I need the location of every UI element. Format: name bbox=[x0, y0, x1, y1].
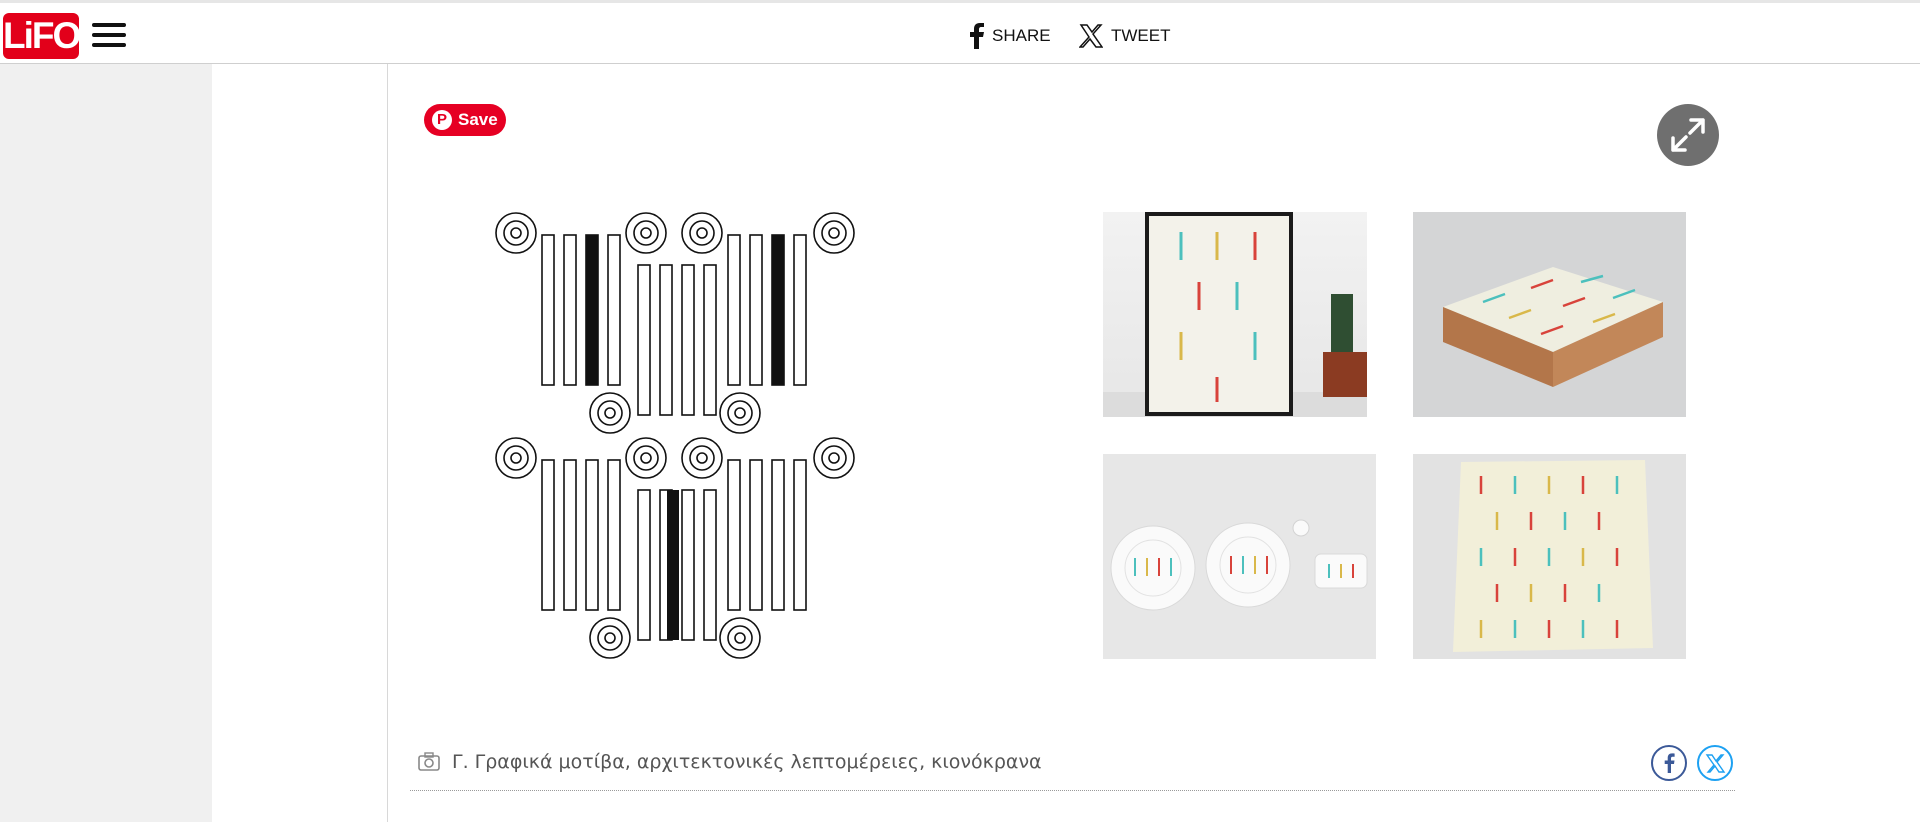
pinterest-icon: P bbox=[432, 110, 452, 130]
facebook-icon bbox=[1664, 753, 1675, 773]
box-mockup-photo bbox=[1413, 212, 1686, 417]
caption-facebook-button[interactable] bbox=[1651, 745, 1687, 781]
expand-arrows-icon bbox=[1671, 118, 1705, 152]
pin-save-label: Save bbox=[458, 110, 498, 129]
share-label: SHARE bbox=[992, 26, 1051, 45]
poster-mockup-photo bbox=[1103, 212, 1367, 417]
left-gutter bbox=[212, 64, 388, 822]
facebook-share-button[interactable]: SHARE bbox=[970, 23, 1051, 49]
tableware-mockup-photo bbox=[1103, 454, 1376, 659]
left-margin bbox=[0, 64, 212, 822]
fabric-mockup-photo bbox=[1413, 454, 1686, 659]
lifo-logo[interactable]: LiFO bbox=[3, 13, 81, 59]
ionic-pattern-illustration bbox=[495, 212, 855, 659]
camera-icon bbox=[418, 752, 440, 771]
pinterest-save-button[interactable]: P Save bbox=[424, 104, 506, 136]
caption-divider bbox=[410, 790, 1735, 791]
facebook-icon bbox=[970, 23, 984, 49]
hamburger-menu-icon[interactable] bbox=[92, 20, 128, 50]
tweet-label: TWEET bbox=[1111, 26, 1171, 45]
twitter-tweet-button[interactable]: TWEET bbox=[1079, 23, 1171, 49]
x-icon bbox=[1705, 754, 1726, 773]
x-icon bbox=[1079, 24, 1103, 48]
caption-text: Γ. Γραφικά μοτίβα, αρχιτεκτονικές λεπτομ… bbox=[452, 751, 1042, 773]
image-caption: Γ. Γραφικά μοτίβα, αρχιτεκτονικές λεπτομ… bbox=[418, 747, 1042, 777]
fullscreen-expand-button[interactable] bbox=[1657, 104, 1719, 166]
top-bar: LiFO SHARE TWEET bbox=[0, 0, 1920, 64]
caption-twitter-button[interactable] bbox=[1697, 745, 1733, 781]
